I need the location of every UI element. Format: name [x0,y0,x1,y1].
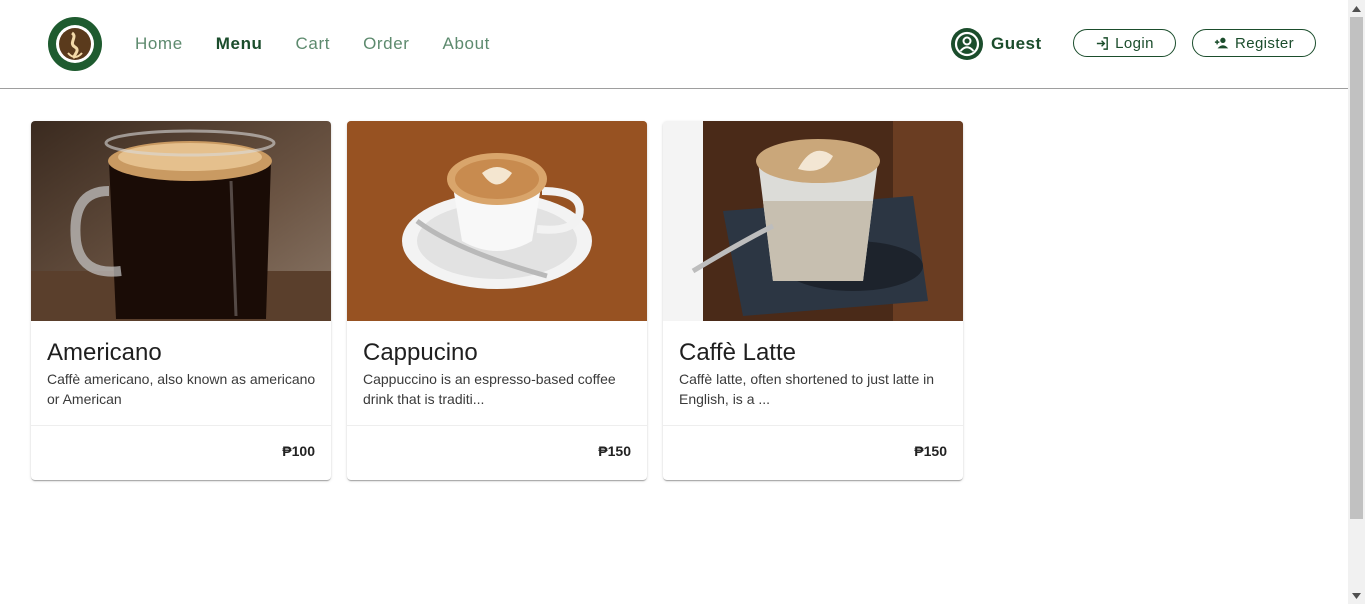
register-button[interactable]: Register [1192,29,1316,57]
americano-image [31,121,331,321]
nav-home[interactable]: Home [135,34,183,54]
product-description: Cappuccino is an espresso-based coffee d… [363,371,616,407]
product-price: ₱150 [914,443,947,459]
nav-about[interactable]: About [443,34,490,54]
caffe-latte-image [663,121,963,321]
product-name: Cappucino [363,339,478,366]
account-circle-icon [951,28,983,60]
scroll-up-arrow-icon[interactable] [1348,0,1365,17]
register-label: Register [1234,34,1295,52]
scrollbar-thumb[interactable] [1350,17,1363,519]
product-price: ₱100 [282,443,315,459]
main-nav: Home Menu Cart Order About [135,34,523,54]
card-divider [663,425,963,426]
person-add-icon [1214,37,1229,49]
product-description: Caffè americano, also known as americano… [47,371,316,407]
coffeeshop-logo[interactable] [48,17,102,71]
product-card[interactable]: Cappucino Cappuccino is an espresso-base… [347,121,647,480]
vertical-scrollbar[interactable] [1348,0,1365,604]
product-card[interactable]: Americano Caffè americano, also known as… [31,121,331,480]
card-divider [31,425,331,426]
product-price: ₱150 [598,443,631,459]
nav-order[interactable]: Order [363,34,409,54]
nav-menu[interactable]: Menu [216,34,263,54]
product-description: Caffè latte, often shortened to just lat… [679,371,935,407]
user-status: Guest [951,28,1042,60]
product-name: Americano [47,339,162,366]
login-icon [1097,36,1109,50]
card-divider [347,425,647,426]
scroll-down-arrow-icon[interactable] [1348,587,1365,604]
nav-cart[interactable]: Cart [296,34,331,54]
user-label: Guest [991,34,1042,53]
login-label: Login [1115,34,1154,52]
product-name: Caffè Latte [679,339,796,366]
cappuccino-image [347,121,647,321]
login-button[interactable]: Login [1073,29,1176,57]
app-header: Home Menu Cart Order About Guest Login R… [0,0,1348,89]
product-card[interactable]: Caffè Latte Caffè latte, often shortened… [663,121,963,480]
